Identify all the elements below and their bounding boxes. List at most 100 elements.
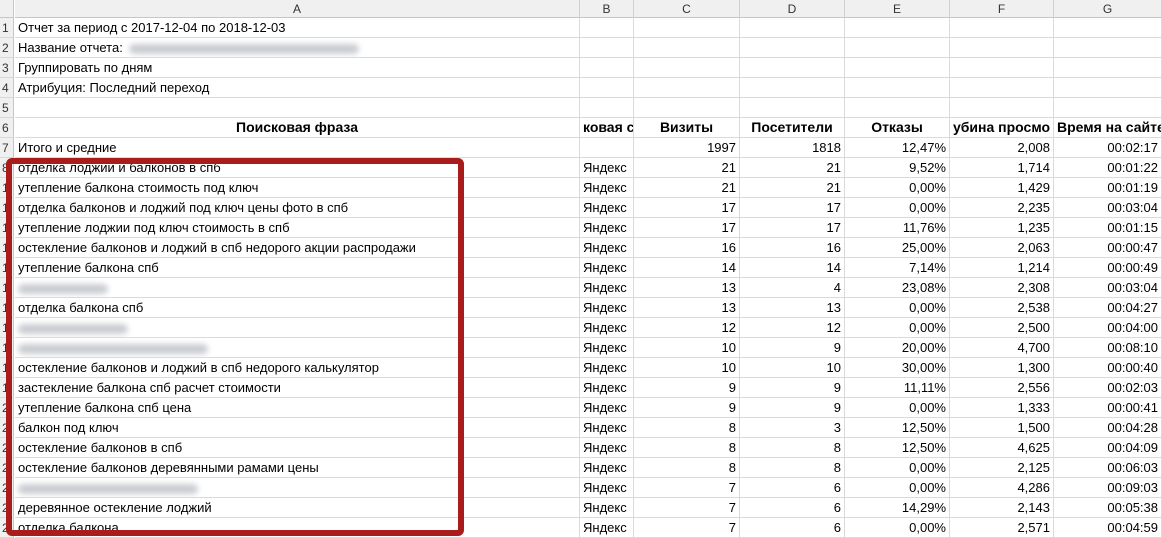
data-cell-f[interactable]: 1,214 [950,258,1054,278]
data-cell-f[interactable]: 2,063 [950,238,1054,258]
data-cell-b[interactable]: Яндекс [580,418,634,438]
data-cell-d[interactable]: 10 [740,358,845,378]
row-header[interactable]: 4 [0,78,14,98]
data-cell-b[interactable]: Яндекс [580,218,634,238]
row-header[interactable]: 8 [0,158,14,178]
cell-empty[interactable] [580,58,634,78]
column-header-g[interactable]: G [1054,0,1162,18]
row-header[interactable]: 1 [0,358,14,378]
row-header[interactable]: 2 [0,518,14,538]
data-cell-e[interactable]: 20,00% [845,338,950,358]
data-cell-e[interactable]: 12,50% [845,438,950,458]
column-title-e[interactable]: Отказы [845,118,950,138]
search-phrase-cell[interactable]: отделка балкона спб [15,298,580,318]
row-header[interactable]: 2 [0,438,14,458]
data-cell-c[interactable]: 9 [634,378,740,398]
total-cell-b[interactable] [580,138,634,158]
cell-empty[interactable] [845,78,950,98]
search-phrase-cell[interactable]: застекление балкона спб расчет стоимости [15,378,580,398]
data-cell-d[interactable]: 21 [740,158,845,178]
search-phrase-cell[interactable]: остекление балконов и лоджий в спб недор… [15,238,580,258]
cell-empty[interactable] [740,58,845,78]
data-cell-c[interactable]: 13 [634,298,740,318]
cell-empty[interactable] [634,58,740,78]
data-cell-c[interactable]: 10 [634,358,740,378]
data-cell-b[interactable]: Яндекс [580,238,634,258]
data-cell-f[interactable]: 1,500 [950,418,1054,438]
total-cell-a[interactable]: Итого и средние [15,138,580,158]
cell-empty[interactable] [740,18,845,38]
row-header[interactable]: 1 [0,198,14,218]
row-header[interactable]: 2 [0,498,14,518]
data-cell-g[interactable]: 00:04:27 [1054,298,1162,318]
data-cell-b[interactable]: Яндекс [580,158,634,178]
data-cell-g[interactable]: 00:09:03 [1054,478,1162,498]
data-cell-b[interactable]: Яндекс [580,498,634,518]
data-cell-f[interactable]: 2,143 [950,498,1054,518]
cell-empty[interactable] [740,38,845,58]
cell-empty[interactable] [950,58,1054,78]
search-phrase-cell[interactable]: отделка балкона [15,518,580,538]
data-cell-d[interactable]: 8 [740,438,845,458]
cell-empty[interactable] [740,78,845,98]
search-phrase-cell[interactable]: остекление балконов в спб [15,438,580,458]
data-cell-e[interactable]: 11,76% [845,218,950,238]
cell-empty[interactable] [580,18,634,38]
data-cell-b[interactable]: Яндекс [580,398,634,418]
data-cell-d[interactable]: 16 [740,238,845,258]
data-cell-d[interactable]: 12 [740,318,845,338]
data-cell-f[interactable]: 1,235 [950,218,1054,238]
data-cell-b[interactable]: Яндекс [580,338,634,358]
data-cell-b[interactable]: Яндекс [580,438,634,458]
data-cell-f[interactable]: 1,429 [950,178,1054,198]
row-header[interactable]: 1 [0,278,14,298]
data-cell-g[interactable]: 00:01:19 [1054,178,1162,198]
data-cell-f[interactable]: 2,308 [950,278,1054,298]
cell-empty[interactable] [580,78,634,98]
data-cell-e[interactable]: 0,00% [845,318,950,338]
cell-a-meta[interactable]: Отчет за период с 2017-12-04 по 2018-12-… [15,18,580,38]
search-phrase-cell[interactable] [15,318,580,338]
row-header[interactable]: 2 [0,478,14,498]
data-cell-e[interactable]: 0,00% [845,458,950,478]
data-cell-b[interactable]: Яндекс [580,318,634,338]
row-header[interactable]: 1 [0,178,14,198]
data-cell-f[interactable]: 4,700 [950,338,1054,358]
column-title-f[interactable]: убина просмо [950,118,1054,138]
data-cell-e[interactable]: 9,52% [845,158,950,178]
data-cell-g[interactable]: 00:00:41 [1054,398,1162,418]
cell-a-meta[interactable] [15,98,580,118]
cell-empty[interactable] [845,98,950,118]
data-cell-b[interactable]: Яндекс [580,478,634,498]
cell-empty[interactable] [950,98,1054,118]
cell-empty[interactable] [1054,18,1162,38]
data-cell-g[interactable]: 00:05:38 [1054,498,1162,518]
data-cell-c[interactable]: 12 [634,318,740,338]
data-cell-d[interactable]: 9 [740,398,845,418]
data-cell-c[interactable]: 9 [634,398,740,418]
cell-empty[interactable] [580,98,634,118]
cell-empty[interactable] [950,38,1054,58]
data-cell-d[interactable]: 8 [740,458,845,478]
search-phrase-cell[interactable]: отделка лоджии и балконов в спб [15,158,580,178]
data-cell-c[interactable]: 21 [634,178,740,198]
data-cell-b[interactable]: Яндекс [580,298,634,318]
data-cell-d[interactable]: 13 [740,298,845,318]
data-cell-g[interactable]: 00:01:22 [1054,158,1162,178]
cell-a-meta[interactable]: Название отчета: [15,38,580,58]
data-cell-d[interactable]: 6 [740,478,845,498]
row-header[interactable]: 1 [0,218,14,238]
column-title-a[interactable]: Поисковая фраза [15,118,580,138]
row-header[interactable]: 1 [0,238,14,258]
row-header[interactable]: 1 [0,258,14,278]
row-header[interactable]: 3 [0,58,14,78]
row-header[interactable]: 1 [0,18,14,38]
cell-empty[interactable] [845,58,950,78]
data-cell-g[interactable]: 00:08:10 [1054,338,1162,358]
row-header[interactable]: 1 [0,338,14,358]
data-cell-b[interactable]: Яндекс [580,358,634,378]
total-cell-c[interactable]: 1997 [634,138,740,158]
data-cell-d[interactable]: 17 [740,198,845,218]
column-header-c[interactable]: C [634,0,740,18]
search-phrase-cell[interactable] [15,338,580,358]
